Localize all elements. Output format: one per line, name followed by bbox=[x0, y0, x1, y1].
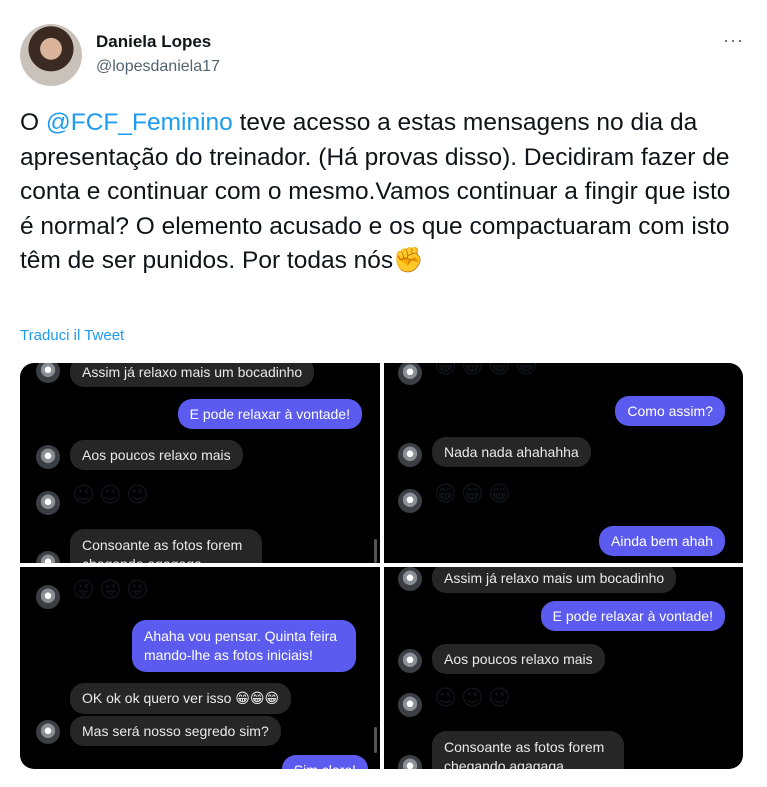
translate-tweet-link[interactable]: Traduci il Tweet bbox=[20, 327, 124, 344]
contact-avatar bbox=[36, 585, 60, 609]
message-incoming: Nada nada ahahahha bbox=[432, 437, 591, 467]
contact-avatar bbox=[36, 551, 60, 563]
user-handle[interactable]: @lopesdaniela17 bbox=[96, 58, 220, 76]
contact-avatar bbox=[398, 363, 422, 385]
user-name[interactable]: Daniela Lopes bbox=[96, 32, 211, 52]
message-incoming: Consoante as fotos forem chegando agagag… bbox=[70, 529, 262, 563]
contact-avatar bbox=[36, 363, 60, 383]
contact-avatar bbox=[36, 491, 60, 515]
chat-screenshot-2[interactable]: 😁😁😁😁 Como assim? Nada nada ahahahha 😁😁😁 … bbox=[384, 363, 743, 563]
scrollbar[interactable] bbox=[374, 539, 377, 563]
message-outgoing: Sim claro! bbox=[281, 755, 368, 769]
message-incoming: Assim já relaxo mais um bocadinho bbox=[432, 567, 677, 593]
tweet-text-prefix: O bbox=[20, 109, 46, 136]
avatar[interactable] bbox=[20, 24, 82, 86]
message-outgoing: E pode relaxar à vontade! bbox=[540, 601, 725, 631]
contact-avatar bbox=[398, 693, 422, 717]
chat-screenshot-3[interactable]: 😜😜😜 Ahaha vou pensar. Quinta feira mando… bbox=[20, 567, 380, 769]
contact-avatar bbox=[398, 755, 422, 769]
message-incoming: Consoante as fotos forem chegando agagag… bbox=[432, 731, 624, 769]
chat-screenshot-4[interactable]: Assim já relaxo mais um bocadinho E pode… bbox=[384, 567, 743, 769]
more-options-icon[interactable]: ··· bbox=[723, 30, 744, 51]
scrollbar[interactable] bbox=[374, 727, 377, 753]
chat-screenshot-1[interactable]: Assim já relaxo mais um bocadinho E pode… bbox=[20, 363, 380, 563]
fist-emoji-icon: ✊ bbox=[393, 247, 424, 274]
emoji-message: 😁😁😁😁 bbox=[434, 363, 542, 378]
message-incoming: OK ok ok quero ver isso 😁😁😁 bbox=[70, 683, 292, 714]
contact-avatar bbox=[36, 720, 60, 744]
tweet-text: O @FCF_Feminino teve acesso a estas mens… bbox=[20, 106, 750, 279]
message-outgoing: Ahaha vou pensar. Quinta feira mando-lhe… bbox=[132, 620, 356, 672]
message-incoming: Mas será nosso segredo sim? bbox=[70, 716, 281, 746]
emoji-message: 😉😉😉 bbox=[434, 685, 515, 710]
emoji-message: 😜😜😜 bbox=[72, 577, 153, 602]
tweet-media-grid[interactable]: Assim já relaxo mais um bocadinho E pode… bbox=[20, 363, 743, 769]
contact-avatar bbox=[398, 443, 422, 467]
message-incoming: Aos poucos relaxo mais bbox=[432, 644, 605, 674]
contact-avatar bbox=[398, 649, 422, 673]
message-outgoing: Ainda bem ahah bbox=[599, 526, 725, 556]
contact-avatar bbox=[398, 489, 422, 513]
message-outgoing: Como assim? bbox=[615, 396, 725, 426]
message-incoming: Assim já relaxo mais um bocadinho bbox=[70, 363, 315, 387]
emoji-message: 😉😉😉 bbox=[72, 482, 153, 507]
message-incoming: Aos poucos relaxo mais bbox=[70, 440, 243, 470]
contact-avatar bbox=[398, 567, 422, 591]
contact-avatar bbox=[36, 445, 60, 469]
mention-link[interactable]: @FCF_Feminino bbox=[46, 109, 233, 136]
tweet-header: Daniela Lopes @lopesdaniela17 ··· bbox=[20, 24, 750, 90]
message-outgoing: E pode relaxar à vontade! bbox=[177, 399, 362, 429]
emoji-message: 😁😁😁 bbox=[434, 481, 515, 506]
